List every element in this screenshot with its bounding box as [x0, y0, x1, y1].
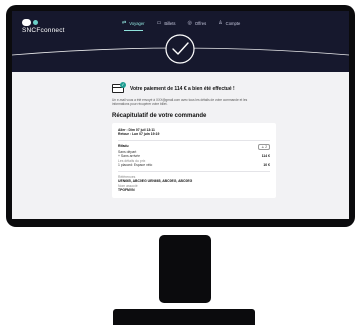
- extra-item-line: 1 placard: Espace vélo: [118, 163, 153, 168]
- nav-label: Offres: [194, 21, 207, 26]
- offers-icon: ◎: [187, 20, 192, 26]
- payment-card-icon: ✓: [112, 82, 126, 93]
- brand-logo[interactable]: SNCFconnect: [22, 18, 65, 34]
- return-date: Retour : Lun 07 juin 19:19: [118, 132, 160, 137]
- route-title: Rifadu: [118, 144, 129, 149]
- divider: [118, 170, 270, 172]
- check-badge-icon: ✓: [120, 82, 126, 88]
- passenger-count: 2: [265, 144, 267, 149]
- nav-item-compte[interactable]: ♙ Compte: [218, 20, 241, 27]
- passenger-icon: ♙: [261, 144, 265, 149]
- fare-item-price: 114 €: [261, 154, 270, 159]
- payment-success-title: Votre paiement de 114 € a bien été effec…: [130, 85, 235, 92]
- email-info-text: Un e-mail vous a été envoyé à XXX@gmail.…: [112, 98, 248, 107]
- train-swap-icon: ⇄: [122, 20, 127, 26]
- brand-name: SNCFconnect: [22, 27, 65, 34]
- fare-item-line: + Sans arrivée: [118, 154, 140, 159]
- extra-item-row: 1 placard: Espace vélo 10 €: [118, 163, 270, 168]
- nav-label: Billets: [164, 21, 176, 26]
- desktop-monitor-scene: SNCFconnect ⇄ Voyager ▭ Billets ◎ Offres: [0, 0, 361, 325]
- passenger-name-value: TPGFMVN: [118, 188, 135, 193]
- monitor-frame: SNCFconnect ⇄ Voyager ▭ Billets ◎ Offres: [6, 5, 355, 227]
- divider: [118, 139, 270, 141]
- nav-item-voyager[interactable]: ⇄ Voyager: [122, 20, 145, 31]
- nav-item-billets[interactable]: ▭ Billets: [156, 20, 176, 27]
- nav-label: Compte: [225, 21, 241, 26]
- passengers-badge[interactable]: ♙ 2: [258, 143, 270, 150]
- main-nav: ⇄ Voyager ▭ Billets ◎ Offres ♙ Compte: [122, 20, 241, 31]
- payment-success-row: ✓ Votre paiement de 114 € a bien été eff…: [112, 82, 276, 93]
- extra-item-price: 10 €: [263, 163, 270, 168]
- monitor-screen: SNCFconnect ⇄ Voyager ▭ Billets ◎ Offres: [12, 11, 349, 219]
- confirmation-panel: ✓ Votre paiement de 114 € a bien été eff…: [112, 82, 276, 219]
- ticket-icon: ▭: [156, 20, 162, 26]
- monitor-stand-neck: [159, 235, 211, 303]
- nav-label: Voyager: [129, 21, 145, 26]
- nav-item-offres[interactable]: ◎ Offres: [187, 20, 207, 27]
- app-header: SNCFconnect ⇄ Voyager ▭ Billets ◎ Offres: [12, 11, 349, 72]
- confirmation-content: ✓ Votre paiement de 114 € a bien été eff…: [12, 72, 349, 219]
- order-recap-title: Récapitulatif de votre commande: [112, 112, 207, 119]
- account-icon: ♙: [218, 20, 223, 26]
- order-summary-card: Aller : Dim 07 juil 13:11 Retour : Lun 0…: [112, 122, 276, 198]
- logo-mark-icon: [22, 18, 65, 26]
- monitor-stand-base: [113, 309, 255, 325]
